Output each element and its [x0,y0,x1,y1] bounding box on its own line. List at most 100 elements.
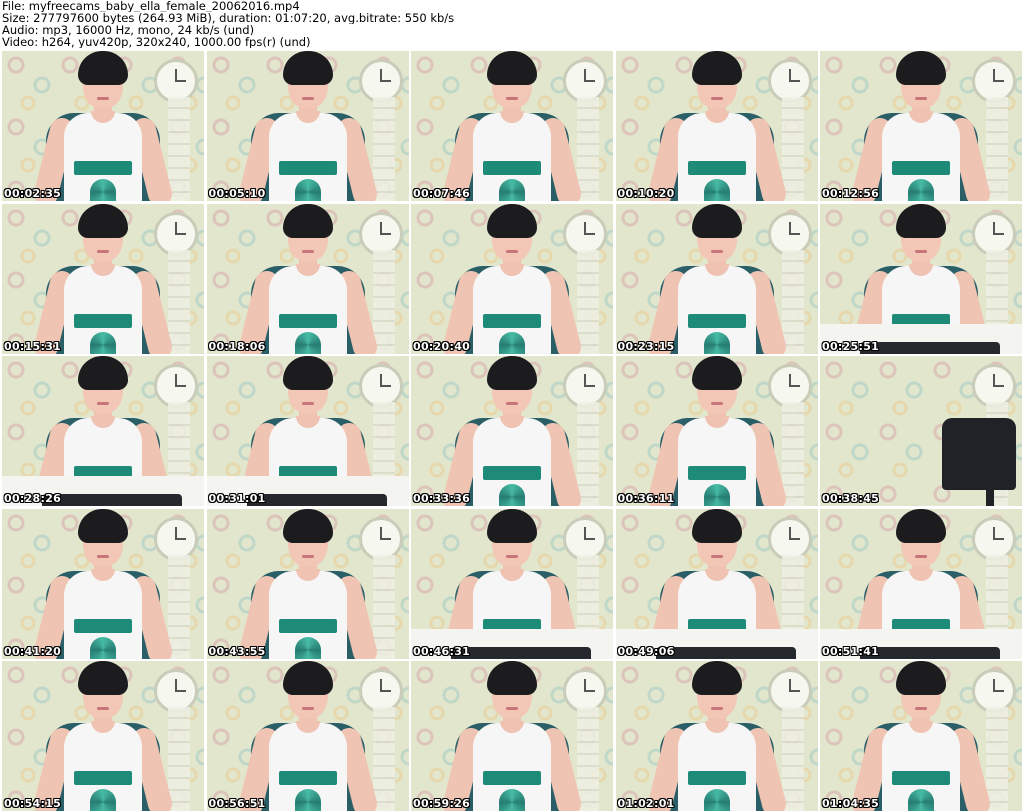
hair [78,51,128,85]
video-thumbnail: 00:20:40 [411,203,613,354]
person-figure [849,51,993,201]
tank-top [268,111,347,201]
shirt-graphic [703,789,730,811]
person-figure [644,203,789,354]
file-name-line: File: myfreecams_baby_ella_female_200620… [2,0,300,12]
keyboard [451,646,591,659]
clock-pillar [372,97,395,201]
timestamp-label: 00:07:46 [413,187,471,200]
clock-pillar [168,249,190,354]
mouth [710,249,723,253]
shirt-logo [687,466,746,480]
tank-top [64,568,142,659]
mouth [506,97,518,100]
timestamp-label: 00:59:26 [413,797,471,810]
person-figure [31,203,175,354]
mouth [915,707,927,710]
clock-pillar [372,249,395,354]
video-thumbnail: 00:07:46 [411,51,613,201]
empty-chair-leg [986,486,994,506]
mouth [301,402,314,405]
person-figure [440,51,584,201]
video-thumbnail: 00:18:06 [206,203,409,354]
hair [691,51,742,85]
shirt-graphic [703,484,730,506]
clock-pillar [986,707,1008,811]
shirt-logo [892,771,950,785]
keyboard [860,646,1000,659]
shirt-logo [278,618,337,633]
clock-pillar [781,707,804,811]
video-thumbnail: 01:04:35 [820,661,1022,811]
shirt-logo [278,161,337,175]
clock-pillar [781,249,804,354]
video-thumbnail: 00:23:15 [615,203,818,354]
clock-pillar [168,554,190,659]
hair [282,508,333,543]
clock-pillar [781,402,804,506]
shirt-graphic [908,789,934,811]
hair [896,203,946,238]
hair [487,508,537,543]
timestamp-label: 01:02:01 [617,797,675,810]
mouth [506,249,518,253]
mouth [97,249,109,253]
mouth [915,554,927,558]
tank-top [473,416,551,506]
shirt-logo [74,161,132,175]
keyboard [655,646,796,659]
clock-pillar [168,707,190,811]
thumbnail-grid: 00:02:35 00:05:10 00:07:46 00:10:20 00:1… [2,51,1022,811]
hair [896,661,946,695]
hair [282,356,333,390]
hair [282,51,333,85]
video-thumbnail: 00:38:45 [820,356,1022,506]
file-info-header: File: myfreecams_baby_ella_female_200620… [2,0,1020,50]
shirt-graphic [499,789,525,811]
video-thumbnail: 00:25:51 [820,203,1022,354]
timestamp-label: 00:15:31 [4,339,62,353]
tank-top [677,721,756,811]
shirt-logo [74,313,132,328]
mouth [301,707,314,710]
person-figure [849,661,993,811]
tank-top [677,111,756,201]
shirt-logo [74,771,132,785]
tank-top [64,111,142,201]
hair [78,203,128,238]
timestamp-label: 00:02:35 [4,187,62,200]
mouth [710,402,723,405]
hair [691,356,742,390]
mouth [710,97,723,100]
mouth [301,554,314,558]
hair [282,203,333,238]
tank-top [64,263,142,354]
keyboard [246,494,387,506]
person-figure [235,203,380,354]
timestamp-label: 00:33:36 [413,492,471,505]
hair [487,51,537,85]
mouth [97,402,109,405]
empty-chair [942,418,1016,490]
video-thumbnail: 00:05:10 [206,51,409,201]
hair [691,508,742,543]
timestamp-label: 00:46:31 [413,644,471,658]
shirt-graphic [703,331,730,354]
video-thumbnail: 00:02:35 [2,51,204,201]
tank-top [677,416,756,506]
shirt-logo [74,618,132,633]
clock-pillar [372,707,395,811]
mouth [915,97,927,100]
mouth [506,554,518,558]
timestamp-label: 00:51:41 [822,644,880,658]
timestamp-label: 00:38:45 [822,492,880,505]
video-thumbnail: 00:15:31 [2,203,204,354]
mouth [301,97,314,100]
shirt-logo [687,771,746,785]
shirt-logo [483,771,541,785]
tank-top [268,721,347,811]
timestamp-label: 00:31:01 [208,492,266,505]
timestamp-label: 01:04:35 [822,797,880,810]
tank-top [473,111,551,201]
timestamp-label: 00:10:20 [617,187,675,200]
